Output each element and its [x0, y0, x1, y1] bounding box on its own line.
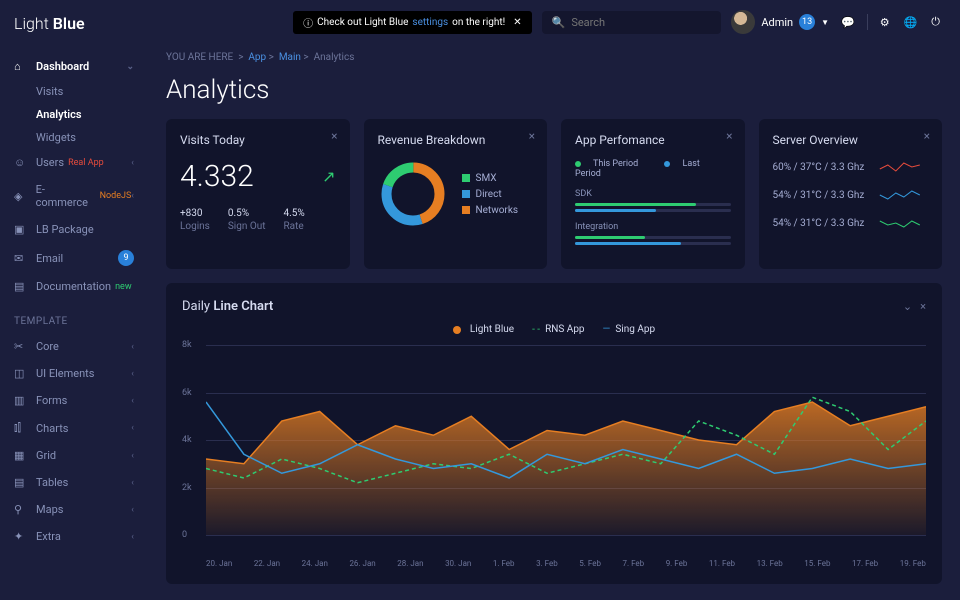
card-visits: × Visits Today 4.332↗ +830Logins 0.5%Sig…	[166, 119, 350, 269]
avatar	[731, 10, 755, 34]
globe-icon[interactable]: 🌐	[902, 14, 920, 31]
nav-users[interactable]: ☺ UsersReal App ‹	[0, 149, 148, 176]
perf-legend: This Period Last Period	[575, 159, 731, 179]
mail-icon: ✉	[14, 252, 28, 265]
star-icon: ✦	[14, 530, 28, 543]
diamond-icon: ◈	[14, 190, 28, 203]
nav-sub-visits[interactable]: Visits	[0, 80, 148, 103]
nav-grid[interactable]: ▦Grid‹	[0, 442, 148, 469]
user-menu[interactable]: Admin 13 ▼	[731, 10, 829, 34]
brand-logo[interactable]: Light Blue	[0, 14, 148, 53]
email-badge: 9	[118, 250, 134, 266]
card-daily-chart: Daily Line Chart ⌄ × Light Blue - -RNS A…	[166, 283, 942, 584]
grid-icon: ▦	[14, 449, 28, 462]
user-icon: ☺	[14, 156, 28, 169]
close-icon[interactable]: ×	[331, 129, 337, 143]
chart-collapse-icon[interactable]: ⌄	[903, 300, 912, 313]
close-icon[interactable]: ×	[924, 129, 930, 143]
close-icon[interactable]: ×	[920, 300, 926, 313]
nav-sub-analytics[interactable]: Analytics	[0, 103, 148, 126]
nav-dashboard[interactable]: ⌂ Dashboard ⌄	[0, 53, 148, 80]
search-input[interactable]	[571, 16, 711, 29]
chat-icon[interactable]: 💬	[839, 14, 857, 31]
layers-icon: ◫	[14, 367, 28, 380]
chevron-down-icon: ▼	[821, 18, 829, 27]
info-icon: ⓘ	[303, 15, 313, 30]
gear-icon[interactable]: ⚙	[878, 14, 892, 31]
table-icon: ▤	[14, 476, 28, 489]
close-icon[interactable]: ×	[726, 129, 732, 143]
home-icon: ⌂	[14, 60, 28, 73]
nav-tables[interactable]: ▤Tables‹	[0, 469, 148, 496]
card-performance: × App Perfomance This Period Last Period…	[561, 119, 745, 269]
search-icon: 🔍	[552, 16, 566, 29]
power-icon[interactable]: ⏻	[929, 13, 942, 31]
nav-email[interactable]: ✉ Email 9	[0, 243, 148, 273]
search-box[interactable]: 🔍	[542, 11, 722, 34]
nav-charts[interactable]: ⫾⫿Charts‹	[0, 414, 148, 442]
page-title: Analytics	[166, 75, 942, 105]
crumb-main[interactable]: Main	[279, 52, 301, 63]
user-badge: 13	[799, 14, 815, 30]
chevron-down-icon: ⌄	[126, 62, 134, 72]
nav-section-template: TEMPLATE	[0, 300, 148, 333]
alert-link[interactable]: settings	[412, 17, 448, 28]
chart-icon: ⫾⫿	[14, 421, 28, 435]
close-icon[interactable]: ✕	[513, 17, 521, 28]
card-server: × Server Overview 60% / 37°C / 3.3 Ghz 5…	[759, 119, 943, 269]
trend-up-icon: ↗	[322, 167, 335, 186]
line-chart: 02k4k6k8k	[182, 345, 926, 555]
nav-forms[interactable]: ▥Forms‹	[0, 387, 148, 414]
breadcrumb: YOU ARE HERE > App > Main > Analytics	[166, 44, 942, 71]
package-icon: ▣	[14, 223, 28, 236]
nav-lbpackage[interactable]: ▣ LB Package	[0, 216, 148, 243]
map-icon: ⚲	[14, 503, 28, 516]
nav-documentation[interactable]: ▤ Documentationnew	[0, 273, 148, 300]
top-alert: ⓘ Check out Light Blue settings on the r…	[293, 11, 531, 34]
nav-core[interactable]: ✂Core‹	[0, 333, 148, 360]
doc-icon: ▤	[14, 280, 28, 293]
donut-chart	[378, 159, 448, 229]
revenue-legend: SMX Direct Networks	[462, 168, 519, 221]
nav-ui[interactable]: ◫UI Elements‹	[0, 360, 148, 387]
crumb-app[interactable]: App	[248, 52, 266, 63]
nav-maps[interactable]: ⚲Maps‹	[0, 496, 148, 523]
chart-legend: Light Blue - -RNS App —Sing App	[182, 324, 926, 335]
card-revenue: × Revenue Breakdown SMX Direct Networks	[364, 119, 548, 269]
tools-icon: ✂	[14, 340, 28, 353]
visits-value: 4.332	[180, 159, 254, 194]
chevron-left-icon: ‹	[131, 158, 134, 168]
chevron-left-icon: ‹	[131, 191, 134, 201]
nav-extra[interactable]: ✦Extra‹	[0, 523, 148, 550]
nav-ecommerce[interactable]: ◈ E-commerceNodeJS ‹	[0, 176, 148, 216]
close-icon[interactable]: ×	[529, 129, 535, 143]
nav-sub-widgets[interactable]: Widgets	[0, 126, 148, 149]
form-icon: ▥	[14, 394, 28, 407]
